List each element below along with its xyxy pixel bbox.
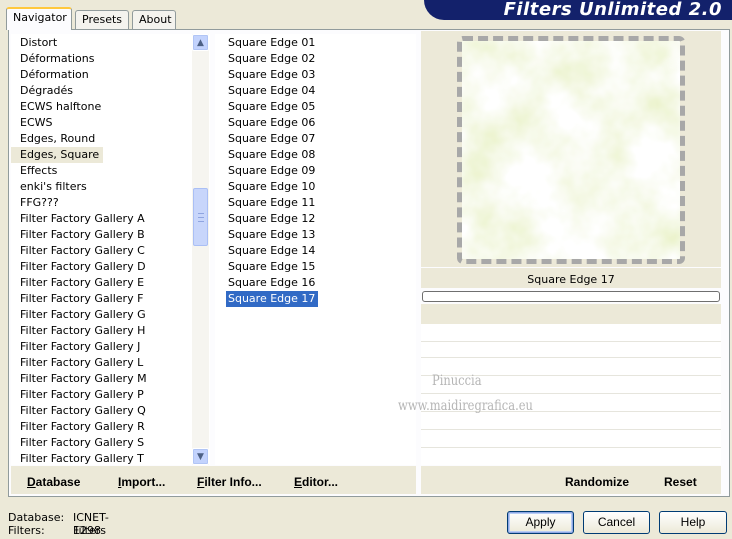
category-item[interactable]: Filter Factory Gallery T: [11, 451, 210, 465]
filter-item[interactable]: Square Edge 17: [226, 291, 319, 307]
category-item[interactable]: Dégradés: [11, 83, 210, 99]
scroll-down-button[interactable]: ▼: [192, 448, 209, 465]
scroll-up-button[interactable]: ▲: [192, 34, 209, 51]
filter-item[interactable]: Square Edge 08: [215, 147, 416, 163]
category-item[interactable]: Filter Factory Gallery L: [11, 355, 210, 371]
category-item[interactable]: ECWS: [11, 115, 210, 131]
category-item[interactable]: Déformation: [11, 67, 210, 83]
database-label: Database:: [8, 511, 65, 524]
tab-about[interactable]: About: [132, 10, 176, 29]
preview-image: [457, 36, 685, 264]
preview-filter-name: Square Edge 17: [527, 273, 615, 286]
category-item[interactable]: Filter Factory Gallery S: [11, 435, 210, 451]
filter-item[interactable]: Square Edge 02: [215, 51, 416, 67]
category-item[interactable]: Filter Factory Gallery P: [11, 387, 210, 403]
app-title: Filters Unlimited 2.0: [503, 0, 722, 20]
filter-item[interactable]: Square Edge 16: [215, 275, 416, 291]
scroll-thumb[interactable]: [193, 188, 208, 246]
category-item[interactable]: Effects: [11, 163, 210, 179]
filter-item[interactable]: Square Edge 04: [215, 83, 416, 99]
app-banner: Filters Unlimited 2.0: [424, 0, 732, 20]
category-item[interactable]: FFG???: [11, 195, 210, 211]
import-button[interactable]: Import...: [118, 475, 165, 489]
filter-item[interactable]: Square Edge 15: [215, 259, 416, 275]
category-item[interactable]: Filter Factory Gallery R: [11, 419, 210, 435]
reset-button[interactable]: Reset: [664, 475, 697, 489]
category-item[interactable]: Filter Factory Gallery F: [11, 291, 210, 307]
category-item[interactable]: Filter Factory Gallery J: [11, 339, 210, 355]
category-item[interactable]: Filter Factory Gallery A: [11, 211, 210, 227]
category-item[interactable]: enki's filters: [11, 179, 210, 195]
filter-item[interactable]: Square Edge 06: [215, 115, 416, 131]
filter-item[interactable]: Square Edge 14: [215, 243, 416, 259]
category-item[interactable]: Déformations: [11, 51, 210, 67]
tab-presets[interactable]: Presets: [75, 10, 129, 29]
category-item[interactable]: Filter Factory Gallery Q: [11, 403, 210, 419]
filter-list[interactable]: Square Edge 01 Square Edge 02 Square Edge …: [215, 34, 416, 465]
category-item[interactable]: Filter Factory Gallery C: [11, 243, 210, 259]
status-filters: Filters: 1298: [8, 524, 101, 537]
randomize-button[interactable]: Randomize: [565, 475, 629, 489]
filter-item[interactable]: Square Edge 09: [215, 163, 416, 179]
category-scrollbar[interactable]: ▲ ▼: [192, 34, 209, 465]
help-button[interactable]: Help: [659, 511, 727, 534]
filter-item[interactable]: Square Edge 07: [215, 131, 416, 147]
category-list[interactable]: Distort Déformations Déformation Dégradés EC…: [11, 34, 210, 465]
status-database: Database: ICNET-Filters: [8, 511, 109, 537]
category-item[interactable]: Filter Factory Gallery E: [11, 275, 210, 291]
filter-item[interactable]: Square Edge 10: [215, 179, 416, 195]
tab-navigator[interactable]: Navigator: [6, 7, 72, 30]
category-item[interactable]: Filter Factory Gallery G: [11, 307, 210, 323]
cancel-button[interactable]: Cancel: [583, 511, 650, 534]
apply-button[interactable]: Apply: [507, 511, 574, 534]
editor-button[interactable]: Editor...: [294, 475, 338, 489]
watermark-author: Pinuccia: [432, 373, 482, 389]
category-item[interactable]: Edges, Round: [11, 131, 210, 147]
category-item[interactable]: ECWS halftone: [11, 99, 210, 115]
filter-item[interactable]: Square Edge 11: [215, 195, 416, 211]
filter-item[interactable]: Square Edge 12: [215, 211, 416, 227]
progress-bar: [422, 291, 720, 302]
watermark-url: www.maidiregrafica.eu: [398, 398, 533, 414]
filters-count: 1298: [73, 524, 101, 537]
filter-item[interactable]: Square Edge 13: [215, 227, 416, 243]
category-item[interactable]: Edges, Square: [11, 147, 104, 163]
category-item[interactable]: Distort: [11, 35, 210, 51]
filter-info-button[interactable]: Filter Info...: [197, 475, 262, 489]
filter-item[interactable]: Square Edge 05: [215, 99, 416, 115]
category-item[interactable]: Filter Factory Gallery M: [11, 371, 210, 387]
database-button[interactable]: Database: [27, 475, 80, 489]
filter-item[interactable]: Square Edge 01: [215, 35, 416, 51]
category-item[interactable]: Filter Factory Gallery H: [11, 323, 210, 339]
filter-item[interactable]: Square Edge 03: [215, 67, 416, 83]
category-item[interactable]: Filter Factory Gallery D: [11, 259, 210, 275]
category-item[interactable]: Filter Factory Gallery B: [11, 227, 210, 243]
filters-label: Filters:: [8, 524, 45, 537]
